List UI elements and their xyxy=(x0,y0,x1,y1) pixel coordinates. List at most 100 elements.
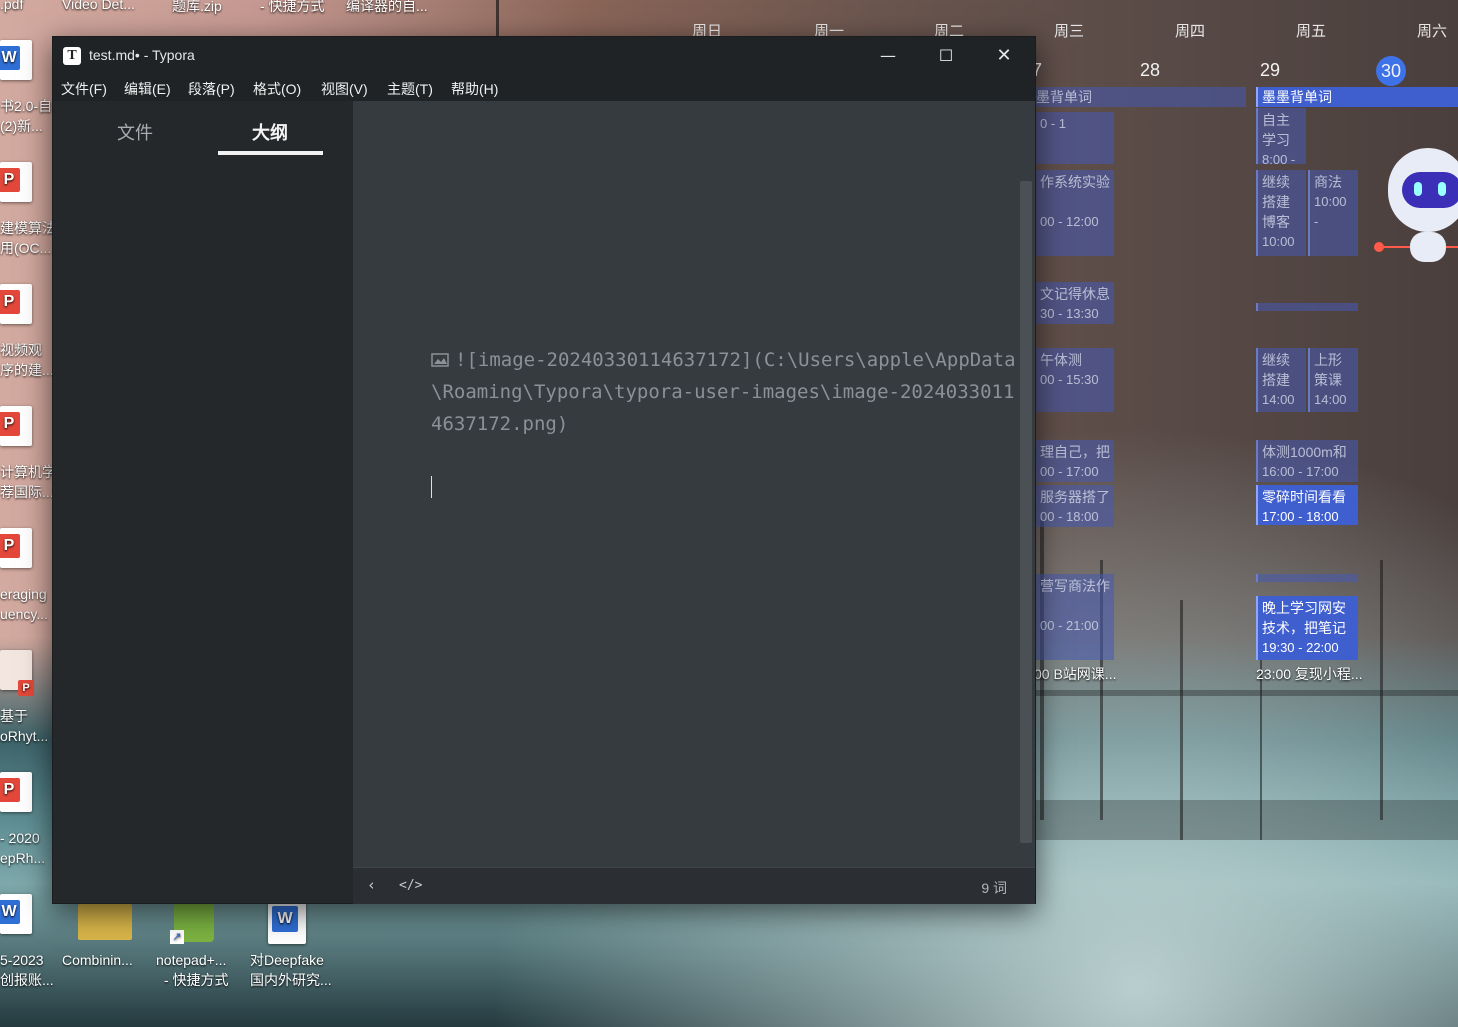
calendar-event[interactable]: 营写商法作 00 - 21:00 xyxy=(1034,574,1114,660)
event-time: 00 - 12:00 xyxy=(1040,214,1099,229)
desktop-icon-label[interactable]: Video Det... xyxy=(62,0,135,12)
calendar-more-events[interactable]: 00 B站网课... xyxy=(1034,664,1116,684)
menu-file[interactable]: 文件(F) xyxy=(61,79,107,99)
desktop-icon-label: 国内外研究... xyxy=(250,972,332,988)
desktop-icon-label[interactable]: 编译器的自... xyxy=(346,0,428,16)
menu-edit[interactable]: 编辑(E) xyxy=(124,79,171,99)
tab-files[interactable]: 文件 xyxy=(117,119,153,145)
tab-outline[interactable]: 大纲 xyxy=(252,119,288,145)
robot-visor xyxy=(1402,172,1458,208)
toggle-sidebar-chevron-icon[interactable]: ‹ xyxy=(367,876,376,894)
markdown-text: ![image-20240330114637172](C:\Users\appl… xyxy=(431,349,1016,435)
desktop-icon-word-doc[interactable]: W 书2.0-自 (2)新... xyxy=(0,36,60,140)
robot-body xyxy=(1410,232,1446,262)
close-button[interactable]: ✕ xyxy=(975,37,1033,75)
desktop-icon-word-doc[interactable]: W 5-2023 创报账... xyxy=(0,890,60,994)
calendar-event[interactable]: 墨墨背单词 xyxy=(1256,87,1458,107)
editor-area[interactable]: ![image-20240330114637172](C:\Users\appl… xyxy=(353,101,1035,867)
event-time: 10:00 - xyxy=(1314,194,1347,229)
event-time: 0 - 1 xyxy=(1040,116,1067,131)
event-title: 继续搭建博客 xyxy=(1262,174,1290,230)
desktop-icon-label: 对Deepfake xyxy=(250,952,324,968)
desktop-icon-ppt[interactable]: P eraging uency... xyxy=(0,524,60,628)
ppt-thumbnail-icon: P xyxy=(0,650,34,696)
scrollbar[interactable] xyxy=(1020,181,1032,843)
desktop-icon-label: uency... xyxy=(0,606,48,622)
desktop-icon-ppt[interactable]: P - 2020 epRh... xyxy=(0,768,60,872)
menu-view[interactable]: 视图(V) xyxy=(321,79,368,99)
calendar-event[interactable]: 自主学习 8:00 - 1 xyxy=(1256,108,1306,164)
calendar-event[interactable]: 0 - 1 xyxy=(1034,112,1114,164)
desktop-icon-label: 计算机学 xyxy=(0,464,56,480)
menu-theme[interactable]: 主题(T) xyxy=(387,79,433,99)
desktop-icon-notepad[interactable]: ↗ notepad+... - 快捷方式 xyxy=(156,900,248,1000)
desktop-icon-ppt[interactable]: P 建模算法 用(OC... xyxy=(0,158,60,262)
event-time: 14:00 - xyxy=(1314,392,1347,407)
desktop-icon-label: eraging xyxy=(0,586,47,602)
desktop-icon-label[interactable]: 题库.zip xyxy=(172,0,222,16)
active-tab-indicator xyxy=(218,151,323,155)
menu-help[interactable]: 帮助(H) xyxy=(451,79,498,99)
calendar-day-name: 周六 xyxy=(1417,23,1448,40)
desktop-icon-label: epRh... xyxy=(0,850,46,866)
calendar-event[interactable]: 零碎时间看看 17:00 - 18:00 xyxy=(1256,485,1358,525)
calendar-event[interactable]: 服务器搭了 00 - 18:00 xyxy=(1034,485,1114,527)
calendar-event-collapsed[interactable] xyxy=(1256,574,1358,582)
sidebar: 文件 大纲 xyxy=(53,101,353,903)
event-title: 上形策课 xyxy=(1314,352,1342,388)
minimize-button[interactable]: — xyxy=(859,37,917,75)
markdown-image-source[interactable]: ![image-20240330114637172](C:\Users\appl… xyxy=(431,344,1025,440)
calendar-event[interactable]: 作系统实验 00 - 12:00 xyxy=(1034,170,1114,256)
calendar-event[interactable]: 体测1000m和 16:00 - 17:00 xyxy=(1256,440,1358,482)
desktop-icon-ppt[interactable]: P 计算机学 荐国际... xyxy=(0,402,60,506)
typora-window[interactable]: T test.md• - Typora — ☐ ✕ 文件(F) 编辑(E) 段落… xyxy=(52,36,1036,904)
calendar-event[interactable]: 文记得休息 30 - 13:30 xyxy=(1034,282,1114,324)
event-time: 00 - 17:00 xyxy=(1040,464,1099,479)
ppt-file-icon: P xyxy=(0,772,32,812)
maximize-button[interactable]: ☐ xyxy=(917,37,975,75)
calendar-event[interactable]: 晚上学习网安技术，把笔记 19:30 - 22:00 xyxy=(1256,596,1358,660)
event-time: 30 - 13:30 xyxy=(1040,306,1099,321)
event-time: 10:00 - xyxy=(1262,234,1295,256)
desktop-icon-word-doc[interactable]: W 对Deepfake 国内外研究... xyxy=(250,896,346,996)
desktop-icon-zip[interactable]: Combinin... xyxy=(62,900,152,1000)
calendar-event-collapsed[interactable] xyxy=(1256,303,1358,311)
menu-format[interactable]: 格式(O) xyxy=(253,79,301,99)
event-title: 作系统实验 xyxy=(1040,174,1110,190)
calendar-day-number[interactable]: 28 xyxy=(1140,60,1160,81)
desktop-icon-label: notepad+... xyxy=(156,952,227,968)
title-bar[interactable]: T test.md• - Typora — ☐ ✕ xyxy=(53,37,1035,75)
ppt-file-icon: P xyxy=(0,284,32,324)
robot-mascot-icon[interactable] xyxy=(1388,148,1458,268)
desktop-icon-label: 视频观 xyxy=(0,342,42,358)
desktop-icon-label: 序的建... xyxy=(0,362,54,378)
source-code-mode-icon[interactable]: </> xyxy=(399,878,422,893)
desktop-icon-label: 5-2023 xyxy=(0,952,44,968)
calendar-event[interactable]: 商法 10:00 - xyxy=(1308,170,1358,256)
wallpaper-stroke xyxy=(496,0,499,36)
desktop-icon-label: - 快捷方式 xyxy=(164,972,229,988)
broken-image-icon xyxy=(431,353,449,367)
desktop-icon-label: (2)新... xyxy=(0,118,43,134)
desktop-icon-label[interactable]: .pdf xyxy=(0,0,23,12)
event-title: 墨墨背单词 xyxy=(1262,89,1332,105)
calendar-event[interactable]: 午体测 00 - 15:30 xyxy=(1034,348,1114,412)
calendar-event[interactable]: 理自己，把 00 - 17:00 xyxy=(1034,440,1114,482)
desktop-icon-label: oRhyt... xyxy=(0,728,49,744)
desktop-icon-ppt[interactable]: P 视频观 序的建... xyxy=(0,280,60,384)
word-file-icon: W xyxy=(0,894,32,934)
event-title: 零碎时间看看 xyxy=(1262,489,1346,505)
calendar-event[interactable]: 继续搭建博客 10:00 - xyxy=(1256,170,1306,256)
calendar-today-number[interactable]: 30 xyxy=(1376,56,1406,86)
calendar-event[interactable]: 上形策课 14:00 - xyxy=(1308,348,1358,412)
calendar-event[interactable]: 继续搭建 14:00 - xyxy=(1256,348,1306,412)
calendar-more-events[interactable]: 23:00 复现小程... xyxy=(1256,664,1363,684)
word-count[interactable]: 9 词 xyxy=(981,878,1007,898)
calendar-event[interactable]: 墨背单词 xyxy=(1034,87,1246,107)
robot-eye xyxy=(1438,182,1446,196)
desktop-icon-ppt[interactable]: P 基于 oRhyt... xyxy=(0,646,60,750)
desktop-icon-label[interactable]: - 快捷方式 xyxy=(260,0,325,16)
calendar-day-number[interactable]: 29 xyxy=(1260,60,1280,81)
menu-paragraph[interactable]: 段落(P) xyxy=(188,79,235,99)
event-time: 00 - 15:30 xyxy=(1040,372,1099,387)
